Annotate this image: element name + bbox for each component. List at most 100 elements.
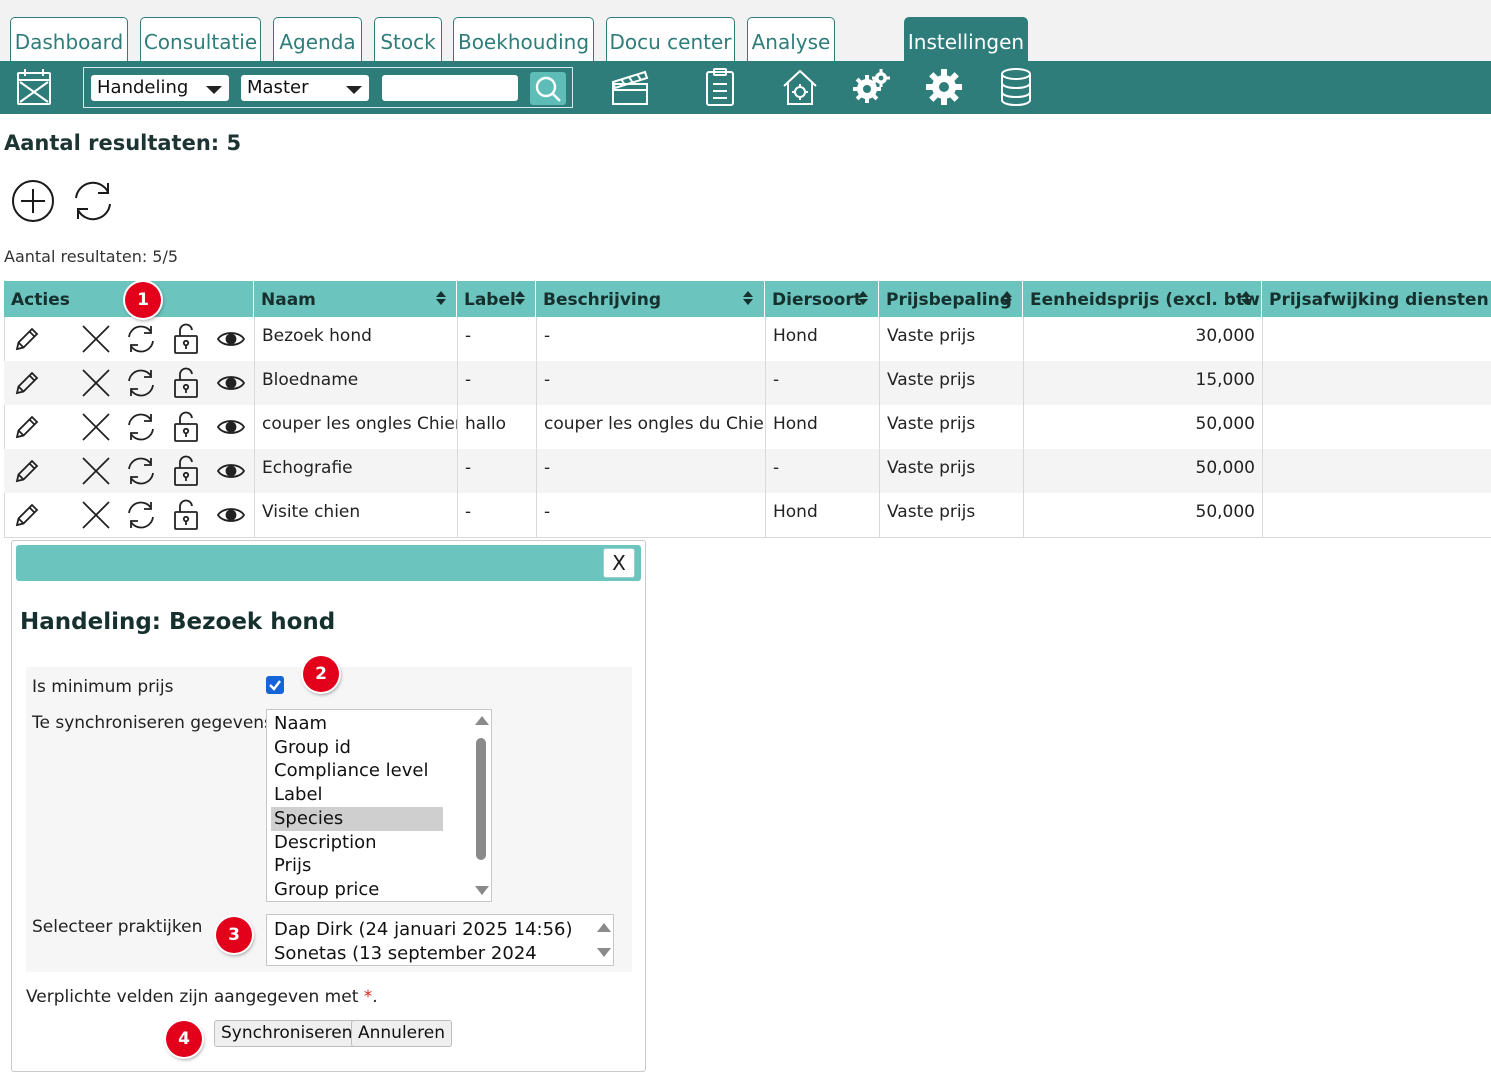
calendar-x-icon[interactable] [14, 65, 54, 109]
house-gear-icon[interactable] [780, 65, 820, 109]
col-label[interactable]: Label [457, 281, 536, 317]
cell-naam: Bloedname [254, 361, 457, 405]
tab-analyse[interactable]: Analyse [747, 17, 835, 62]
min-price-checkbox[interactable] [266, 676, 284, 694]
cell-eenheidsprijs: 30,000 [1023, 317, 1262, 361]
type-select-value: Handeling [97, 77, 189, 98]
gear-icon[interactable] [924, 65, 964, 109]
sort-icon[interactable] [514, 291, 526, 307]
delete-x-icon[interactable] [79, 498, 113, 532]
scroll-thumb[interactable] [476, 738, 486, 860]
cell-naam: Echografie [254, 449, 457, 493]
edit-pencil-icon[interactable] [10, 454, 44, 488]
listbox-scrollbar[interactable] [471, 710, 491, 901]
search-button[interactable] [530, 72, 566, 105]
synchronize-button[interactable]: Synchroniseren [214, 1020, 360, 1047]
view-eye-icon[interactable] [214, 454, 248, 488]
col-label-label: Label [464, 290, 516, 310]
sync-option[interactable]: Group id [271, 736, 443, 760]
edit-pencil-icon[interactable] [10, 322, 44, 356]
refresh-button[interactable] [70, 178, 116, 224]
listbox-scrollbar[interactable] [593, 915, 613, 965]
scroll-down-icon[interactable] [597, 948, 611, 957]
sort-icon[interactable] [857, 291, 869, 307]
col-prijsafwijking[interactable]: Prijsafwijking diensten (%) [1262, 281, 1491, 317]
sync-fields-listbox[interactable]: Naam Group id Compliance level Label Species… [266, 709, 492, 902]
col-eenheidsprijs[interactable]: Eenheidsprijs (excl. btw) [1023, 281, 1262, 317]
tab-agenda[interactable]: Agenda [273, 17, 362, 62]
unlock-icon[interactable] [169, 454, 203, 488]
cell-beschrijving: - [536, 361, 765, 405]
delete-x-icon[interactable] [79, 366, 113, 400]
unlock-icon[interactable] [169, 410, 203, 444]
database-icon[interactable] [996, 65, 1036, 109]
search-input[interactable] [382, 75, 518, 101]
sync-option[interactable]: Description [271, 831, 443, 855]
sort-icon[interactable] [1240, 291, 1252, 307]
sync-icon[interactable] [124, 454, 158, 488]
type-select[interactable]: Handeling [91, 75, 229, 101]
unlock-icon[interactable] [169, 498, 203, 532]
tab-stock[interactable]: Stock [374, 17, 442, 62]
sync-icon[interactable] [124, 322, 158, 356]
sync-option[interactable]: Group price category [271, 878, 443, 901]
tab-dashboard[interactable]: Dashboard [10, 17, 128, 62]
table-row: Visite chien - - Hond Vaste prijs 50,000 [4, 493, 1491, 537]
cell-diersoort: - [765, 449, 879, 493]
tab-consultatie[interactable]: Consultatie [140, 17, 261, 62]
cell-prijsbepaling: Vaste prijs [879, 405, 1023, 449]
view-eye-icon[interactable] [214, 322, 248, 356]
sort-icon[interactable] [1001, 291, 1013, 307]
unlock-icon[interactable] [169, 322, 203, 356]
sync-icon[interactable] [124, 366, 158, 400]
view-eye-icon[interactable] [214, 410, 248, 444]
edit-pencil-icon[interactable] [10, 410, 44, 444]
sort-icon[interactable] [435, 291, 447, 307]
scroll-up-icon[interactable] [597, 923, 611, 932]
sync-icon[interactable] [124, 498, 158, 532]
col-prijsbepaling[interactable]: Prijsbepaling [879, 281, 1023, 317]
unlock-icon[interactable] [169, 366, 203, 400]
cell-label: hallo [457, 405, 536, 449]
sync-option[interactable]: Naam [271, 712, 443, 736]
delete-x-icon[interactable] [79, 410, 113, 444]
delete-x-icon[interactable] [79, 322, 113, 356]
practice-option[interactable]: Sonetas (13 september 2024 11:56) [271, 942, 591, 965]
cell-prijsafwijking [1262, 361, 1491, 405]
sync-option[interactable]: Prijs [271, 854, 443, 878]
sort-icon[interactable] [742, 291, 754, 307]
gears-icon[interactable] [852, 65, 892, 109]
scroll-up-icon[interactable] [475, 716, 489, 725]
scope-select[interactable]: Master [241, 75, 369, 101]
tab-instellingen[interactable]: Instellingen [904, 17, 1028, 62]
sync-option[interactable]: Species [271, 806, 443, 831]
edit-pencil-icon[interactable] [10, 498, 44, 532]
search-panel: Handeling Master [83, 67, 573, 108]
cancel-button[interactable]: Annuleren [351, 1020, 452, 1047]
sync-option[interactable]: Label [271, 783, 443, 807]
practices-listbox[interactable]: Dap Dirk (24 januari 2025 14:56) Sonetas… [266, 914, 614, 966]
col-naam[interactable]: Naam [254, 281, 457, 317]
add-button[interactable] [10, 178, 56, 224]
cell-beschrijving: - [536, 449, 765, 493]
edit-pencil-icon[interactable] [10, 366, 44, 400]
col-diersoort[interactable]: Diersoort [765, 281, 879, 317]
sync-icon[interactable] [124, 410, 158, 444]
col-beschrijving[interactable]: Beschrijving [536, 281, 765, 317]
cell-label: - [457, 361, 536, 405]
tab-boekhouding[interactable]: Boekhouding [453, 17, 594, 62]
sync-option[interactable]: Compliance level [271, 759, 443, 783]
tab-docu-center[interactable]: Docu center [606, 17, 735, 62]
close-button[interactable]: X [603, 548, 635, 578]
refresh-icon [75, 181, 111, 221]
cell-eenheidsprijs: 15,000 [1023, 361, 1262, 405]
scroll-down-icon[interactable] [475, 886, 489, 895]
clapperboard-icon[interactable] [610, 65, 650, 109]
delete-x-icon[interactable] [79, 454, 113, 488]
view-eye-icon[interactable] [214, 366, 248, 400]
cell-diersoort: Hond [765, 405, 879, 449]
clipboard-icon[interactable] [700, 65, 740, 109]
cell-diersoort: Hond [765, 493, 879, 537]
view-eye-icon[interactable] [214, 498, 248, 532]
practice-option[interactable]: Dap Dirk (24 januari 2025 14:56) [271, 918, 591, 942]
